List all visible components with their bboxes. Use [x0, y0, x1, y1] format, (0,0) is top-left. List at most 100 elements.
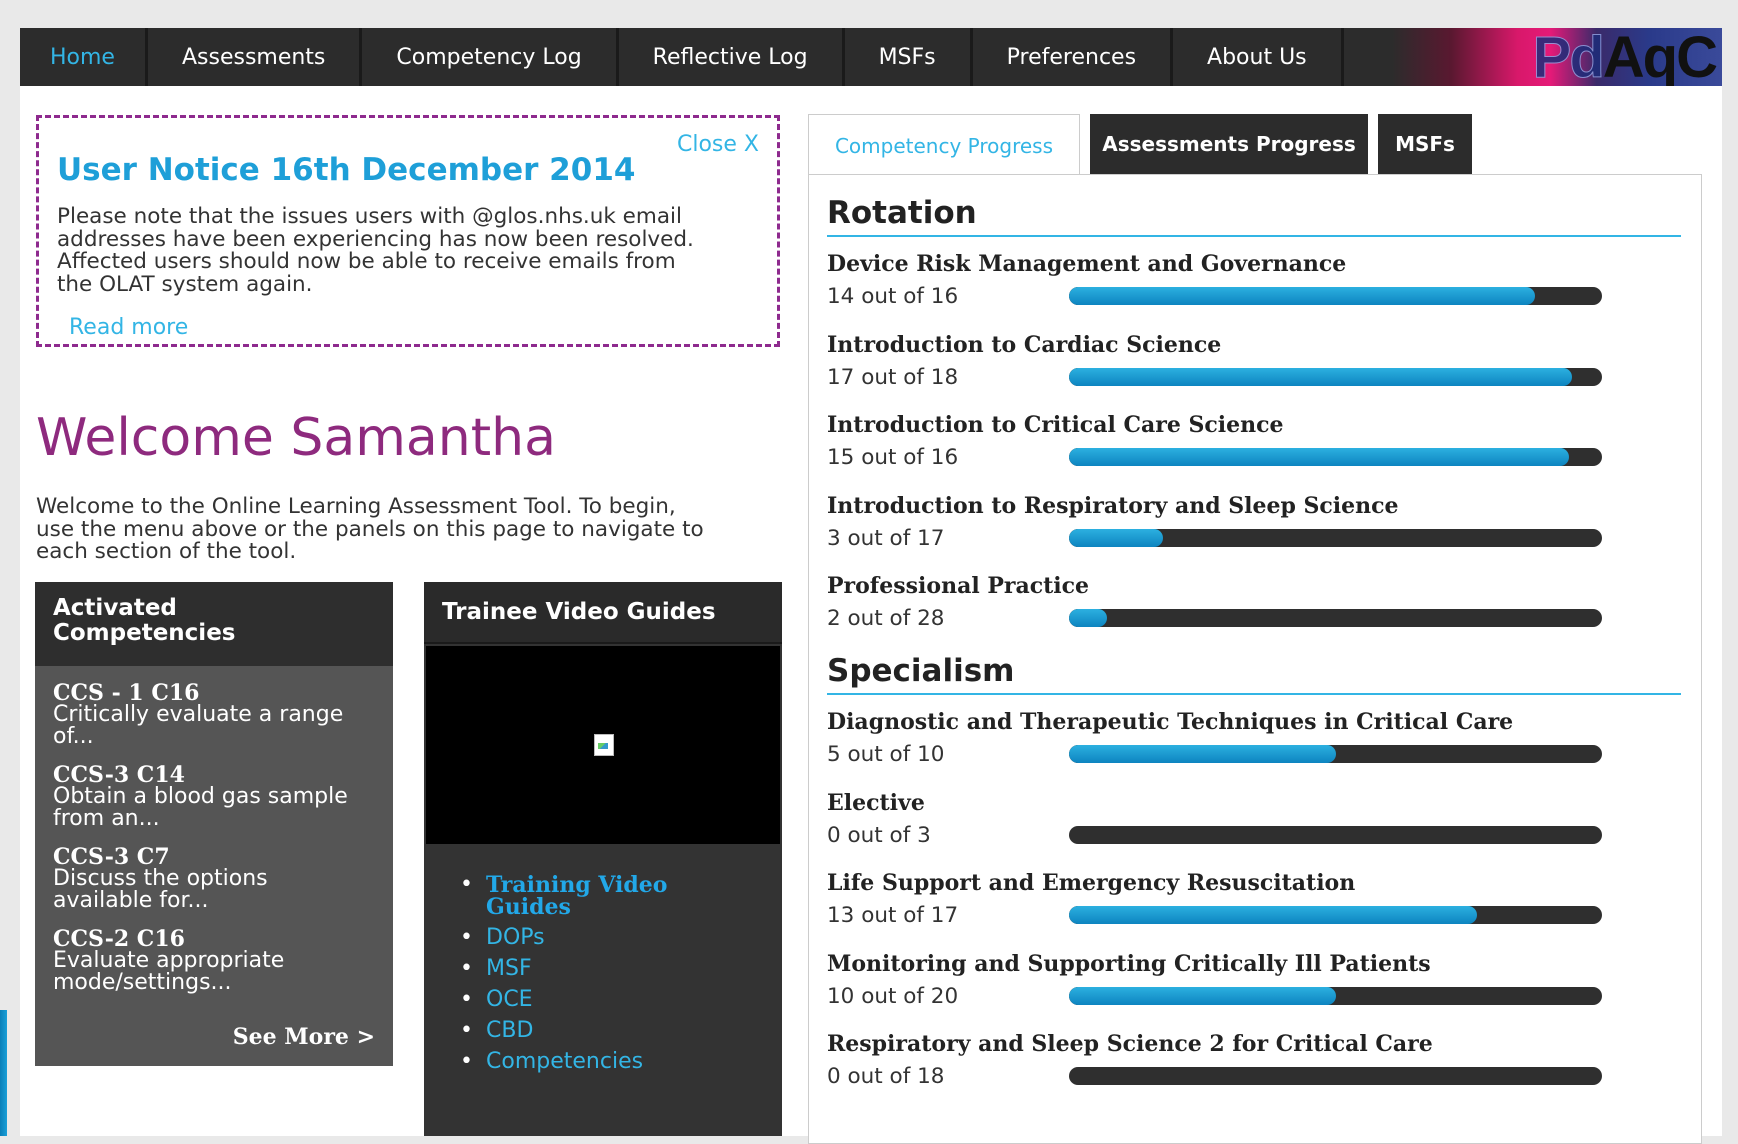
- nav-item-msfs[interactable]: MSFs: [845, 28, 973, 86]
- progress-bar: [1069, 609, 1602, 627]
- nav-item-preferences[interactable]: Preferences: [973, 28, 1174, 86]
- video-link-oce[interactable]: OCE: [486, 987, 533, 1012]
- link-line: Training Video: [486, 872, 668, 898]
- progress-bar: [1069, 826, 1602, 844]
- progress-bar: [1069, 745, 1602, 763]
- progress-item[interactable]: Introduction to Critical Care Science 15 …: [827, 412, 1687, 470]
- progress-item-name: Introduction to Critical Care Science: [827, 412, 1284, 438]
- nav-item-reflective-log[interactable]: Reflective Log: [619, 28, 845, 86]
- welcome-heading: Welcome Samantha: [36, 408, 556, 468]
- progress-item-name: Introduction to Respiratory and Sleep Sc…: [827, 493, 1399, 519]
- progress-item-count: 0 out of 3: [827, 823, 931, 848]
- activated-competencies-panel: Activated Competencies CCS - 1 C16 Criti…: [35, 582, 393, 1066]
- section-divider: [827, 235, 1681, 237]
- progress-item[interactable]: Monitoring and Supporting Critically Ill…: [827, 951, 1687, 1009]
- progress-item[interactable]: Device Risk Management and Governance 14 …: [827, 251, 1687, 309]
- tab-assessments-progress[interactable]: Assessments Progress: [1090, 114, 1368, 174]
- competency-desc: mode/settings...: [53, 970, 232, 995]
- video-link-training-video-guides[interactable]: Training Video Guides: [486, 874, 782, 918]
- progress-item-count: 14 out of 16: [827, 284, 959, 309]
- progress-item-count: 10 out of 20: [827, 984, 959, 1009]
- nav-item-competency-log[interactable]: Competency Log: [362, 28, 619, 86]
- activated-competencies-header: Activated Competencies: [35, 582, 393, 666]
- user-notice: Close X User Notice 16th December 2014 P…: [36, 115, 780, 347]
- progress-item[interactable]: Introduction to Cardiac Science 17 out of…: [827, 332, 1687, 390]
- progress-bar: [1069, 448, 1602, 466]
- progress-bar-fill: [1069, 448, 1569, 466]
- competency-desc: Discuss the options: [53, 866, 268, 891]
- list-item: MSF: [460, 956, 782, 981]
- notice-read-more-link[interactable]: Read more: [69, 315, 188, 340]
- progress-item[interactable]: Diagnostic and Therapeutic Techniques in…: [827, 709, 1687, 767]
- progress-item-name: Life Support and Emergency Resuscitation: [827, 870, 1356, 896]
- progress-item-count: 15 out of 16: [827, 445, 959, 470]
- nav-item-about-us[interactable]: About Us: [1173, 28, 1344, 86]
- progress-bar-fill: [1069, 287, 1536, 305]
- main-nav: Home Assessments Competency Log Reflecti…: [20, 28, 1722, 86]
- header-line: Activated: [53, 595, 177, 621]
- competency-desc: of...: [53, 724, 94, 749]
- section-divider: [827, 693, 1681, 695]
- progress-item-name: Introduction to Cardiac Science: [827, 332, 1222, 358]
- progress-bar: [1069, 368, 1602, 386]
- progress-bar: [1069, 906, 1602, 924]
- notice-body: Please note that the issues users with @…: [57, 205, 757, 297]
- site-logo: PdAqC: [1392, 28, 1722, 86]
- progress-bar-fill: [1069, 987, 1336, 1005]
- competency-desc: Critically evaluate a range: [53, 702, 344, 727]
- welcome-text-line: Welcome to the Online Learning Assessmen…: [36, 494, 676, 519]
- progress-item[interactable]: Introduction to Respiratory and Sleep Sc…: [827, 493, 1687, 551]
- welcome-text-line: use the menu above or the panels on this…: [36, 516, 704, 542]
- progress-item-count: 2 out of 28: [827, 606, 945, 631]
- progress-item-count: 13 out of 17: [827, 903, 959, 928]
- section-title-rotation: Rotation: [827, 195, 977, 231]
- nav-item-assessments[interactable]: Assessments: [148, 28, 363, 86]
- header-line: Competencies: [53, 620, 236, 646]
- progress-item-count: 5 out of 10: [827, 742, 945, 767]
- tab-competency-progress[interactable]: Competency Progress: [808, 114, 1080, 176]
- progress-item-count: 0 out of 18: [827, 1064, 945, 1089]
- list-item: OCE: [460, 987, 782, 1012]
- competency-desc: from an...: [53, 806, 160, 831]
- tab-msfs[interactable]: MSFs: [1378, 114, 1472, 174]
- video-links-list: Training Video Guides DOPs MSF OCE CBD C…: [424, 874, 782, 1073]
- progress-item[interactable]: Respiratory and Sleep Science 2 for Crit…: [827, 1031, 1687, 1089]
- progress-item[interactable]: Elective 0 out of 3: [827, 790, 1687, 848]
- see-more-link[interactable]: See More >: [233, 1024, 375, 1050]
- progress-item[interactable]: Professional Practice 2 out of 28: [827, 573, 1687, 631]
- progress-bar: [1069, 1067, 1602, 1085]
- section-title-specialism: Specialism: [827, 653, 1015, 689]
- competency-item[interactable]: CCS-3 C14 Obtain a blood gas sample from…: [35, 764, 393, 830]
- competency-code: CCS-3 C7: [53, 844, 170, 870]
- progress-item-name: Diagnostic and Therapeutic Techniques in…: [827, 709, 1514, 735]
- progress-bar-fill: [1069, 906, 1477, 924]
- list-item: Training Video Guides: [460, 874, 782, 918]
- video-link-msf[interactable]: MSF: [486, 956, 532, 981]
- notice-title: User Notice 16th December 2014: [57, 152, 636, 188]
- video-link-competencies[interactable]: Competencies: [486, 1049, 643, 1074]
- progress-item-name: Elective: [827, 790, 925, 816]
- video-link-dops[interactable]: DOPs: [486, 925, 545, 950]
- notice-close-button[interactable]: Close X: [677, 132, 759, 157]
- link-line: Guides: [486, 894, 571, 920]
- welcome-text: Welcome to the Online Learning Assessmen…: [36, 494, 776, 564]
- progress-item-name: Respiratory and Sleep Science 2 for Crit…: [827, 1031, 1433, 1057]
- video-player[interactable]: [426, 646, 780, 844]
- nav-item-home[interactable]: Home: [20, 28, 148, 86]
- progress-item-name: Professional Practice: [827, 573, 1090, 599]
- notice-body-line: Affected users should now be able to rec…: [57, 249, 676, 274]
- progress-bar-fill: [1069, 529, 1164, 547]
- progress-item-name: Device Risk Management and Governance: [827, 251, 1347, 277]
- progress-item-count: 3 out of 17: [827, 526, 945, 551]
- competency-desc: available for...: [53, 888, 209, 913]
- trainee-video-guides-panel: Trainee Video Guides Training Video Guid…: [424, 582, 782, 1136]
- video-link-cbd[interactable]: CBD: [486, 1018, 533, 1043]
- notice-body-line: the OLAT system again.: [57, 271, 313, 297]
- competency-item[interactable]: CCS-3 C7 Discuss the options available f…: [35, 846, 393, 912]
- video-guides-header: Trainee Video Guides: [424, 582, 782, 644]
- progress-item[interactable]: Life Support and Emergency Resuscitation…: [827, 870, 1687, 928]
- competency-item[interactable]: CCS - 1 C16 Critically evaluate a range …: [35, 682, 393, 748]
- competency-item[interactable]: CCS-2 C16 Evaluate appropriate mode/sett…: [35, 928, 393, 994]
- notice-body-line: addresses have been experiencing has now…: [57, 226, 694, 252]
- progress-item-name: Monitoring and Supporting Critically Ill…: [827, 951, 1431, 977]
